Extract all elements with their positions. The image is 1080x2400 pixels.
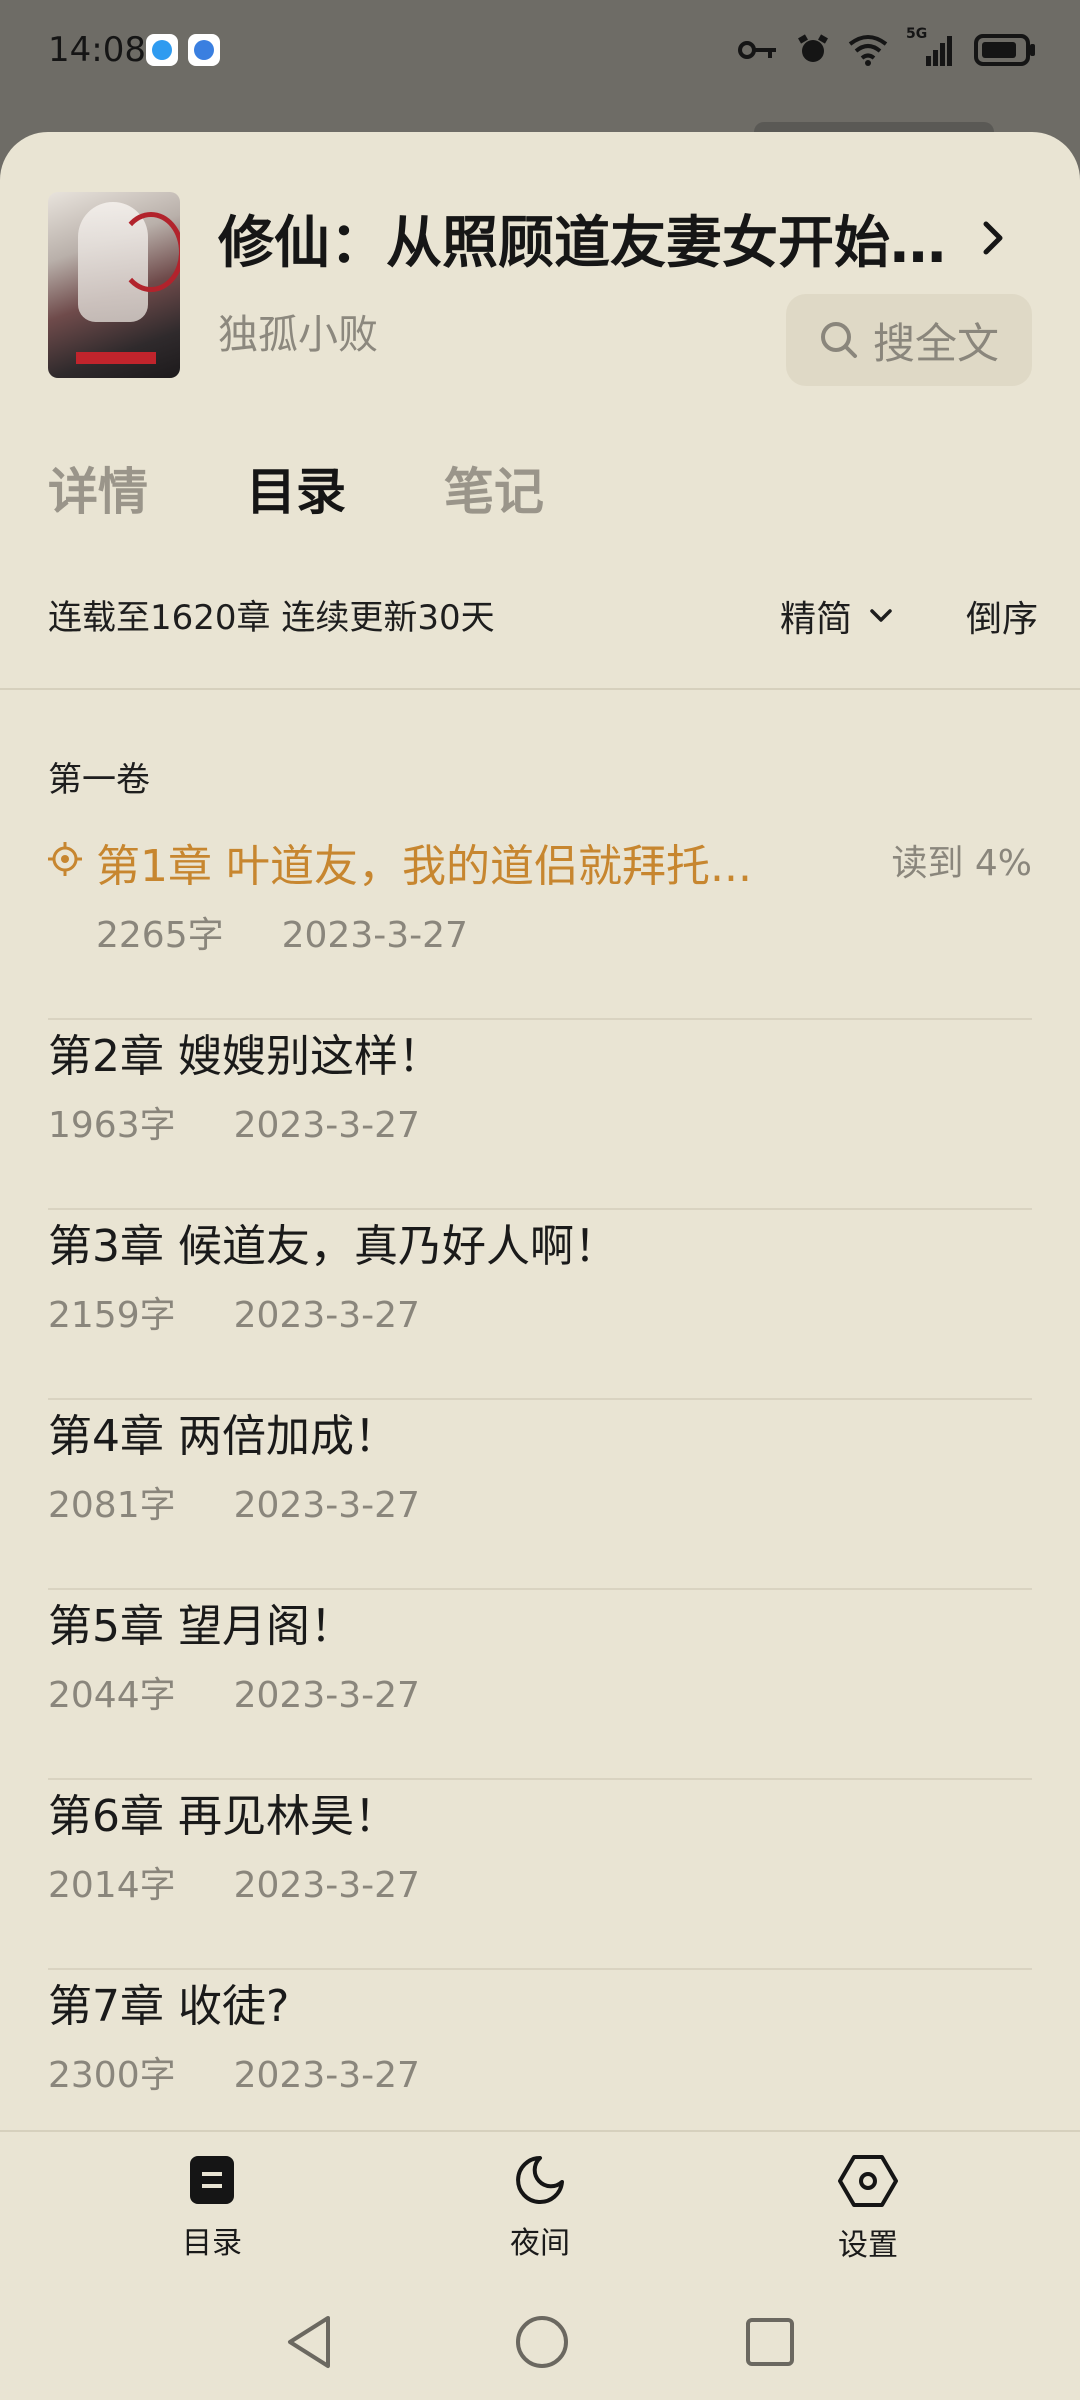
chapter-item[interactable]: 第2章 嫂嫂别这样！ 1963字 2023-3-27 [48,1020,1032,1210]
chapter-date: 2023-3-27 [233,1865,420,1906]
volume-title: 第一卷 [48,760,150,800]
chapter-date: 2023-3-27 [233,1675,420,1716]
toolbar-divider [0,2130,1080,2132]
chapter-word-count: 2014字 [48,1865,176,1906]
browser-app-icon [188,34,220,66]
chapter-word-count: 2300字 [48,2055,176,2096]
chapter-item[interactable]: 第6章 再见林昊！ 2014字 2023-3-27 [48,1780,1032,1970]
current-position-icon [48,842,82,876]
cell-signal: 5G [906,26,956,68]
nav-settings[interactable]: 设置 [768,2154,968,2264]
chapter-word-count: 1963字 [48,1105,176,1146]
catalog-icon [190,2156,234,2204]
nav-settings-label: 设置 [838,2228,898,2263]
key-icon [738,41,776,59]
chapter-date: 2023-3-27 [233,2055,420,2096]
chapter-date: 2023-3-27 [233,1485,420,1526]
chapter-title: 第3章 候道友，真乃好人啊！ [48,1221,618,1272]
chapter-meta: 2081字 2023-3-27 [48,1476,420,1528]
chevron-right-icon[interactable] [978,218,1008,258]
battery-icon [974,34,1035,66]
nav-night-mode[interactable]: 夜间 [440,2154,640,2262]
chapter-meta: 2300字 2023-3-27 [48,2046,420,2098]
nav-night-label: 夜间 [510,2226,570,2261]
chapter-title: 第5章 望月阁！ [48,1601,354,1652]
search-full-text-button[interactable]: 搜全文 [786,294,1032,386]
chapter-meta: 1963字 2023-3-27 [48,1096,420,1148]
status-icons: 5G [738,26,1036,72]
nav-catalog[interactable]: 目录 [112,2154,312,2262]
chapter-meta: 2265字 2023-3-27 [96,906,468,958]
chapter-date: 2023-3-27 [233,1105,420,1146]
search-label: 搜全文 [872,318,999,368]
system-navigation [0,2300,1080,2400]
book-author[interactable]: 独孤小败 [218,302,378,360]
chapter-item[interactable]: 第4章 两倍加成！ 2081字 2023-3-27 [48,1400,1032,1590]
chapter-title: 第6章 再见林昊！ [48,1791,398,1842]
bottom-toolbar: 目录 夜间 设置 [0,2130,1080,2400]
status-bar: 14:08 5G [0,0,1080,106]
home-icon[interactable] [514,2312,570,2372]
status-time: 14:08 [48,30,146,70]
chapter-title: 第2章 嫂嫂别这样！ [48,1031,442,1082]
book-title[interactable]: 修仙：从照顾道友妻女开始（... [218,198,948,279]
wifi-icon [848,35,888,66]
serial-update-info: 连载至1620章 连续更新30天 [48,598,495,638]
signal-icon [926,36,952,66]
chapter-word-count: 2265字 [96,915,224,956]
alarm-icon [798,34,828,62]
chapter-date: 2023-3-27 [281,915,468,956]
chapter-meta: 2159字 2023-3-27 [48,1286,420,1338]
divider [0,688,1080,690]
chapter-word-count: 2159字 [48,1295,176,1336]
book-cover[interactable] [48,192,180,378]
chapter-date: 2023-3-27 [233,1295,420,1336]
tab-catalog[interactable]: 目录 [246,452,346,524]
chapter-word-count: 2044字 [48,1675,176,1716]
chevron-down-icon [870,609,892,622]
notification-app-icon [146,34,178,66]
chapter-item[interactable]: 第3章 候道友，真乃好人啊！ 2159字 2023-3-27 [48,1210,1032,1400]
tab-notes[interactable]: 笔记 [444,452,544,524]
recents-icon[interactable] [744,2312,796,2372]
settings-icon [838,2155,898,2207]
version-select[interactable]: 精简 [780,590,894,642]
chapter-meta: 2014字 2023-3-27 [48,1856,420,1908]
chapter-title: 第4章 两倍加成！ [48,1411,398,1462]
moon-icon [516,2156,564,2204]
reverse-order-button[interactable]: 倒序 [966,590,1038,642]
reading-progress: 读到 4% [891,843,1032,884]
chapter-meta: 2044字 2023-3-27 [48,1666,420,1718]
back-icon[interactable] [284,2312,334,2372]
search-icon [820,322,857,358]
tab-details[interactable]: 详情 [48,452,148,524]
chapter-word-count: 2081字 [48,1485,176,1526]
nav-catalog-label: 目录 [182,2226,242,2261]
chapter-title: 第1章 叶道友，我的道侣就拜托... [96,841,752,892]
chapter-item[interactable]: 第5章 望月阁！ 2044字 2023-3-27 [48,1590,1032,1780]
chapter-item-current[interactable]: 第1章 叶道友，我的道侣就拜托... 2265字 2023-3-27 读到 4% [48,830,1032,1020]
chapter-title: 第7章 收徒? [48,1981,290,2032]
catalog-sheet: 修仙：从照顾道友妻女开始（... 独孤小败 搜全文 详情 目录 笔记 连载至16… [0,132,1080,2400]
version-label: 精简 [780,599,853,640]
